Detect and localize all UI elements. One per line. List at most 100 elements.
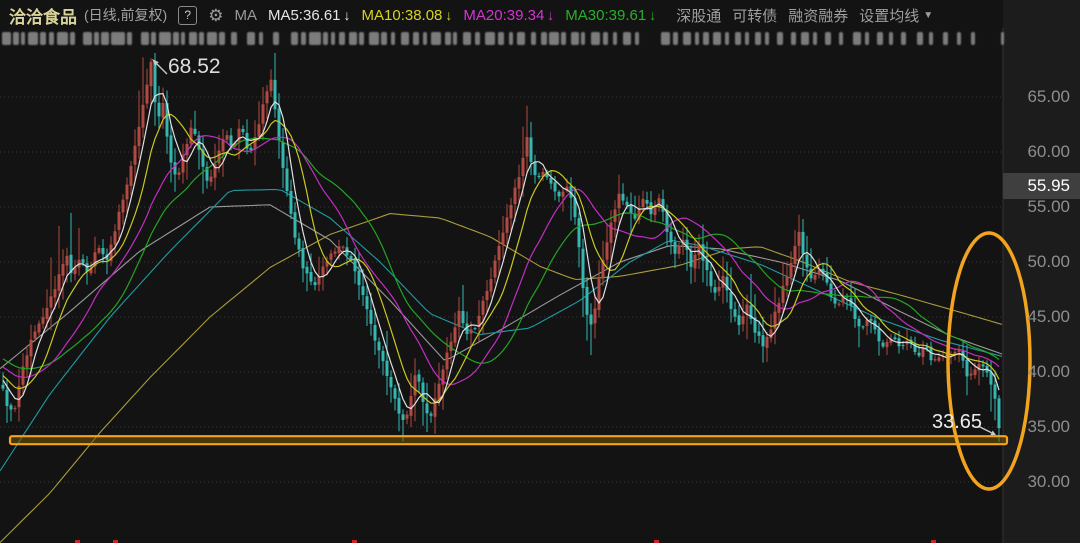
redacted-blob bbox=[725, 32, 729, 45]
redacted-blob bbox=[517, 32, 525, 45]
axis-price-label: 50.00 bbox=[1003, 252, 1080, 272]
redacted-blob bbox=[635, 32, 639, 45]
redacted-blob bbox=[755, 32, 761, 45]
chart-period-label: (日线,前复权) bbox=[84, 5, 167, 25]
ma5-line bbox=[3, 94, 999, 409]
ma10-value: MA10:38.08↓ bbox=[362, 7, 453, 24]
redacted-blob bbox=[839, 32, 843, 45]
redacted-blob bbox=[453, 32, 457, 45]
redacted-blob bbox=[423, 32, 427, 45]
help-button[interactable]: ? bbox=[178, 6, 197, 25]
redacted-blob bbox=[603, 32, 608, 45]
down-arrow-icon: ↓ bbox=[547, 7, 554, 23]
ma120-line bbox=[0, 205, 1002, 369]
redacted-blob bbox=[323, 32, 328, 45]
redacted-blob bbox=[159, 32, 171, 45]
redacted-blob bbox=[2, 32, 11, 45]
redacted-blob bbox=[301, 32, 306, 45]
axis-price-label: 45.00 bbox=[1003, 307, 1080, 327]
redacted-blob bbox=[339, 32, 345, 45]
redacted-blob bbox=[695, 32, 699, 45]
redacted-blob bbox=[735, 32, 741, 45]
annotation-trough-price: 33.65 bbox=[932, 411, 982, 434]
axis-price-label: 40.00 bbox=[1003, 362, 1080, 382]
redacted-blob bbox=[929, 32, 933, 45]
redacted-blob bbox=[94, 32, 99, 45]
candlestick-layer bbox=[2, 53, 1001, 442]
redacted-blob bbox=[485, 32, 495, 45]
redacted-blob bbox=[219, 32, 225, 45]
stock-chart-app: 洽洽食品 (日线,前复权) ? ⚙ MA MA5:36.61↓ MA10:38.… bbox=[0, 0, 1080, 543]
ma20-text: MA20:39.34 bbox=[463, 7, 544, 24]
redacted-blob bbox=[971, 32, 975, 45]
support-line bbox=[10, 436, 1007, 444]
gear-icon[interactable]: ⚙ bbox=[208, 7, 223, 24]
menu-item-convertible-bond[interactable]: 可转债 bbox=[732, 5, 777, 26]
redacted-blob bbox=[199, 32, 204, 45]
redacted-blob bbox=[28, 32, 38, 45]
redacted-blob bbox=[273, 32, 279, 45]
ma5-text: MA5:36.61 bbox=[268, 7, 341, 24]
redacted-blob bbox=[127, 32, 132, 45]
redacted-blob bbox=[413, 32, 419, 45]
ma5-value: MA5:36.61↓ bbox=[268, 7, 351, 24]
candlestick-chart[interactable] bbox=[0, 0, 1080, 543]
redacted-blob bbox=[101, 32, 109, 45]
redacted-blob bbox=[777, 32, 783, 45]
ma20-value: MA20:39.34↓ bbox=[463, 7, 554, 24]
redacted-blob bbox=[673, 32, 678, 45]
redacted-blob bbox=[581, 32, 585, 45]
menu-item-sz-connect[interactable]: 深股通 bbox=[676, 5, 721, 26]
redacted-blob bbox=[613, 32, 617, 45]
redacted-blob bbox=[349, 32, 357, 45]
redacted-blob bbox=[111, 32, 125, 45]
redacted-blob bbox=[70, 32, 75, 45]
redacted-blob bbox=[13, 32, 19, 45]
redacted-blob bbox=[181, 32, 185, 45]
redacted-blob bbox=[541, 32, 547, 45]
menu-item-margin-trading[interactable]: 融资融券 bbox=[788, 5, 848, 26]
redacted-blob bbox=[21, 32, 25, 45]
redacted-blob bbox=[369, 32, 379, 45]
redacted-blob bbox=[661, 32, 670, 45]
redacted-blob bbox=[359, 32, 364, 45]
redacted-blob bbox=[331, 32, 335, 45]
axis-price-label: 30.00 bbox=[1003, 472, 1080, 492]
down-arrow-icon: ↓ bbox=[344, 7, 351, 23]
redacted-blob bbox=[801, 32, 809, 45]
annotation-peak-price: 68.52 bbox=[168, 55, 221, 79]
redacted-blob bbox=[83, 32, 92, 45]
ma-group-label: MA bbox=[234, 7, 257, 24]
redacted-blob bbox=[231, 32, 237, 45]
ma-settings-button[interactable]: 设置均线 ▼ bbox=[859, 5, 933, 26]
redacted-blob bbox=[173, 32, 179, 45]
redacted-blob bbox=[561, 32, 566, 45]
ma30-line bbox=[3, 138, 999, 368]
redacted-blob bbox=[901, 32, 906, 45]
ma20-line bbox=[3, 136, 999, 385]
ma-settings-label: 设置均线 bbox=[859, 5, 919, 26]
price-axis: 55.95 65.0060.0055.0050.0045.0040.0035.0… bbox=[1003, 0, 1080, 543]
redacted-blob bbox=[445, 32, 451, 45]
redacted-blob bbox=[151, 32, 156, 45]
redacted-blob bbox=[401, 32, 409, 45]
chart-header: 洽洽食品 (日线,前复权) ? ⚙ MA MA5:36.61↓ MA10:38.… bbox=[0, 0, 1080, 30]
current-price-marker: 55.95 bbox=[1003, 173, 1080, 199]
redacted-blob bbox=[381, 32, 387, 45]
redacted-blob bbox=[141, 32, 149, 45]
axis-price-label: 65.00 bbox=[1003, 87, 1080, 107]
redacted-blob bbox=[943, 32, 948, 45]
redacted-blob bbox=[825, 32, 831, 45]
redacted-blob bbox=[309, 32, 321, 45]
caret-down-icon: ▼ bbox=[923, 10, 933, 21]
stock-name: 洽洽食品 bbox=[9, 3, 77, 28]
redacted-blob bbox=[391, 32, 395, 45]
axis-price-label: 60.00 bbox=[1003, 142, 1080, 162]
redacted-ticker-row bbox=[0, 32, 1080, 46]
redacted-blob bbox=[745, 32, 749, 45]
redacted-blob bbox=[917, 32, 923, 45]
redacted-blob bbox=[509, 32, 513, 45]
redacted-blob bbox=[713, 32, 721, 45]
redacted-blob bbox=[475, 32, 480, 45]
redacted-blob bbox=[865, 32, 869, 45]
